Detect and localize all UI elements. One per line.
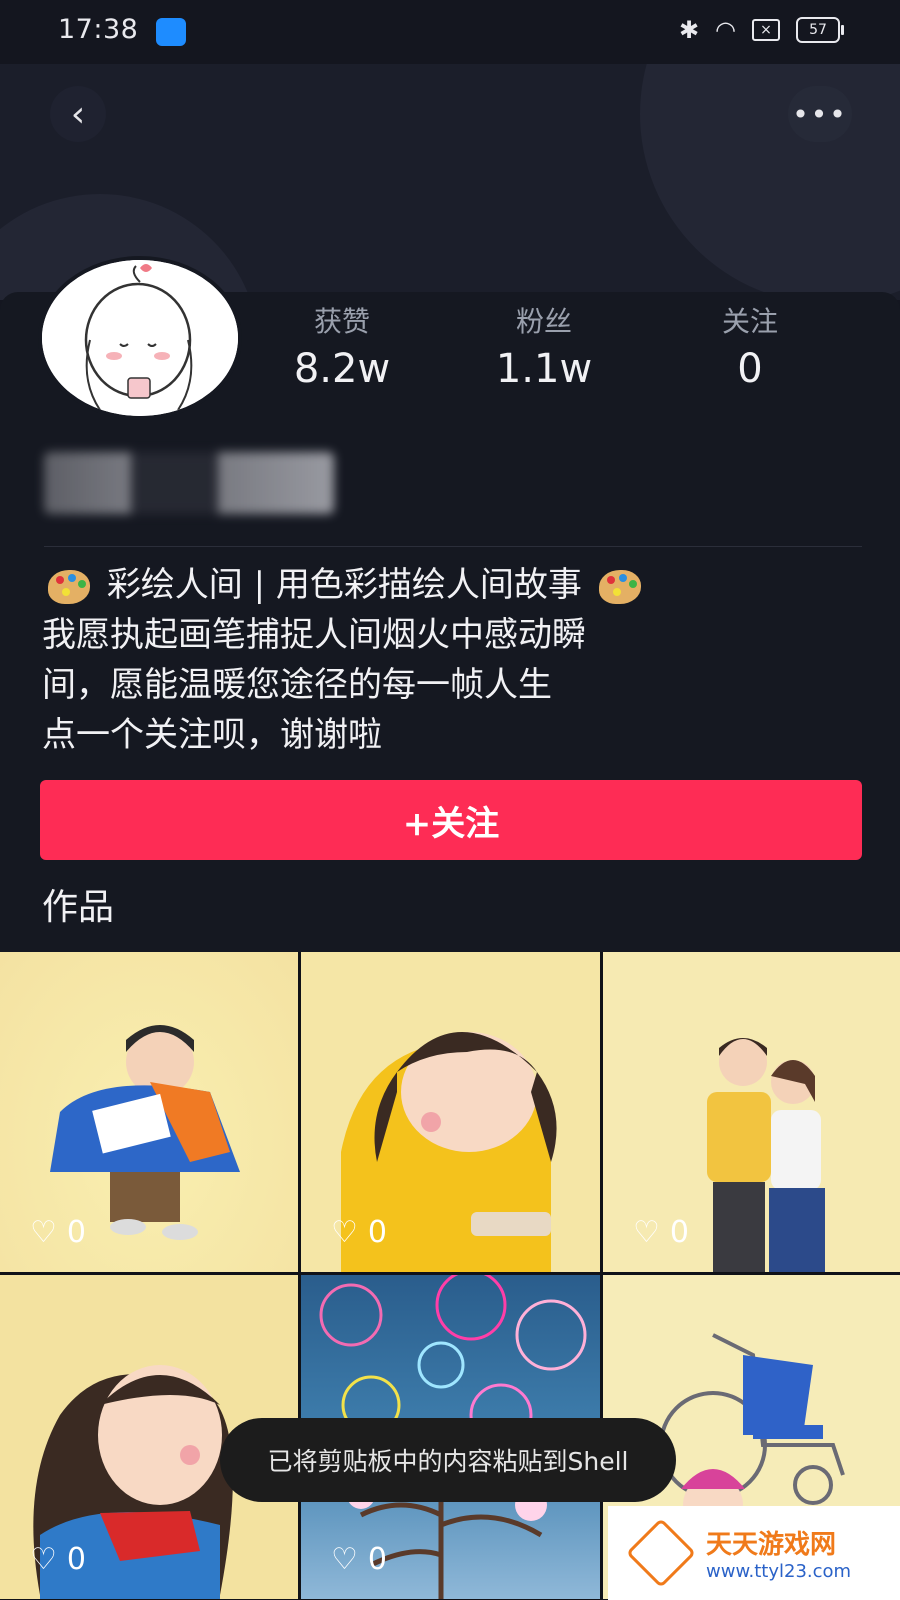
like-count-value: 0	[367, 1215, 387, 1250]
stat-label: 获赞	[313, 305, 370, 338]
palette-emoji-icon	[48, 570, 90, 604]
works-grid: ♡ 0 ♡ 0 ♡ 0 ♡ 0 ♡ 0	[0, 952, 900, 1600]
profile-bio: 彩绘人间 | 用色彩描绘人间故事 我愿执起画笔捕捉人间烟火中感动瞬 间，愿能温暖…	[42, 560, 872, 760]
bio-text: 彩绘人间 | 用色彩描绘人间故事	[106, 565, 582, 605]
works-title: 作品	[42, 887, 115, 928]
like-count: ♡ 0	[331, 1215, 387, 1250]
avatar-illustration	[42, 260, 238, 416]
more-button[interactable]: •••	[788, 86, 852, 142]
battery-icon: 57	[796, 17, 844, 43]
no-sim-icon: ×	[752, 19, 780, 41]
stat-value: 8.2w	[293, 346, 391, 392]
heart-outline-icon: ♡	[633, 1215, 660, 1250]
like-count-value: 0	[367, 1542, 387, 1577]
like-count-value: 0	[66, 1542, 86, 1577]
like-count: ♡ 0	[30, 1542, 86, 1577]
status-icons: ✱ ◠ × 57	[678, 16, 844, 44]
divider	[44, 546, 862, 547]
palette-emoji-icon	[598, 570, 641, 604]
watermark-text: 天天游戏网 www.ttyl23.com	[706, 1524, 851, 1582]
watermark-name: 天天游戏网	[706, 1530, 837, 1560]
heart-outline-icon: ♡	[30, 1215, 57, 1250]
app-notification-icon	[156, 18, 186, 46]
stat-following[interactable]: 关注 0	[660, 300, 840, 392]
stat-followers[interactable]: 粉丝 1.1w	[454, 300, 634, 392]
stat-likes[interactable]: 获赞 8.2w	[252, 300, 432, 392]
heart-outline-icon: ♡	[30, 1542, 57, 1577]
work-tile[interactable]: ♡ 0	[603, 952, 900, 1272]
stat-label: 粉丝	[515, 305, 572, 338]
work-tile[interactable]: ♡ 0	[0, 952, 298, 1272]
stat-value: 0	[737, 346, 763, 392]
work-tile[interactable]: ♡ 0	[301, 952, 600, 1272]
bio-line: 间，愿能温暖您途径的每一帧人生	[42, 665, 552, 705]
status-time: 17:38	[58, 14, 139, 45]
heart-outline-icon: ♡	[331, 1215, 358, 1250]
blurred-nickname	[44, 452, 334, 514]
back-button[interactable]: ‹	[50, 86, 106, 142]
site-logo-icon	[625, 1517, 697, 1589]
toast-message: 已将剪贴板中的内容粘贴到Shell	[220, 1418, 676, 1502]
watermark-url: www.ttyl23.com	[706, 1561, 852, 1582]
like-count: ♡ 0	[30, 1215, 86, 1250]
stat-label: 关注	[721, 305, 778, 338]
like-count: ♡ 0	[633, 1215, 689, 1250]
ellipsis-icon: •••	[792, 97, 848, 131]
header-decoration	[640, 64, 900, 300]
site-watermark: 天天游戏网 www.ttyl23.com	[608, 1506, 900, 1600]
bio-line: 彩绘人间 | 用色彩描绘人间故事	[42, 560, 872, 610]
like-count-value: 0	[66, 1215, 86, 1250]
chevron-left-icon: ‹	[70, 93, 86, 135]
follow-button[interactable]: +关注	[40, 780, 862, 860]
avatar[interactable]	[38, 256, 242, 420]
bio-line: 点一个关注呗，谢谢啦	[42, 715, 382, 755]
bluetooth-icon: ✱	[678, 16, 700, 44]
stat-value: 1.1w	[495, 346, 593, 392]
like-count-value: 0	[669, 1215, 689, 1250]
like-count: ♡ 0	[331, 1542, 387, 1577]
status-bar: 17:38 ✱ ◠ × 57	[0, 0, 900, 64]
bio-line: 我愿执起画笔捕捉人间烟火中感动瞬	[42, 615, 586, 655]
wifi-icon: ◠	[715, 16, 736, 44]
heart-outline-icon: ♡	[331, 1542, 358, 1577]
